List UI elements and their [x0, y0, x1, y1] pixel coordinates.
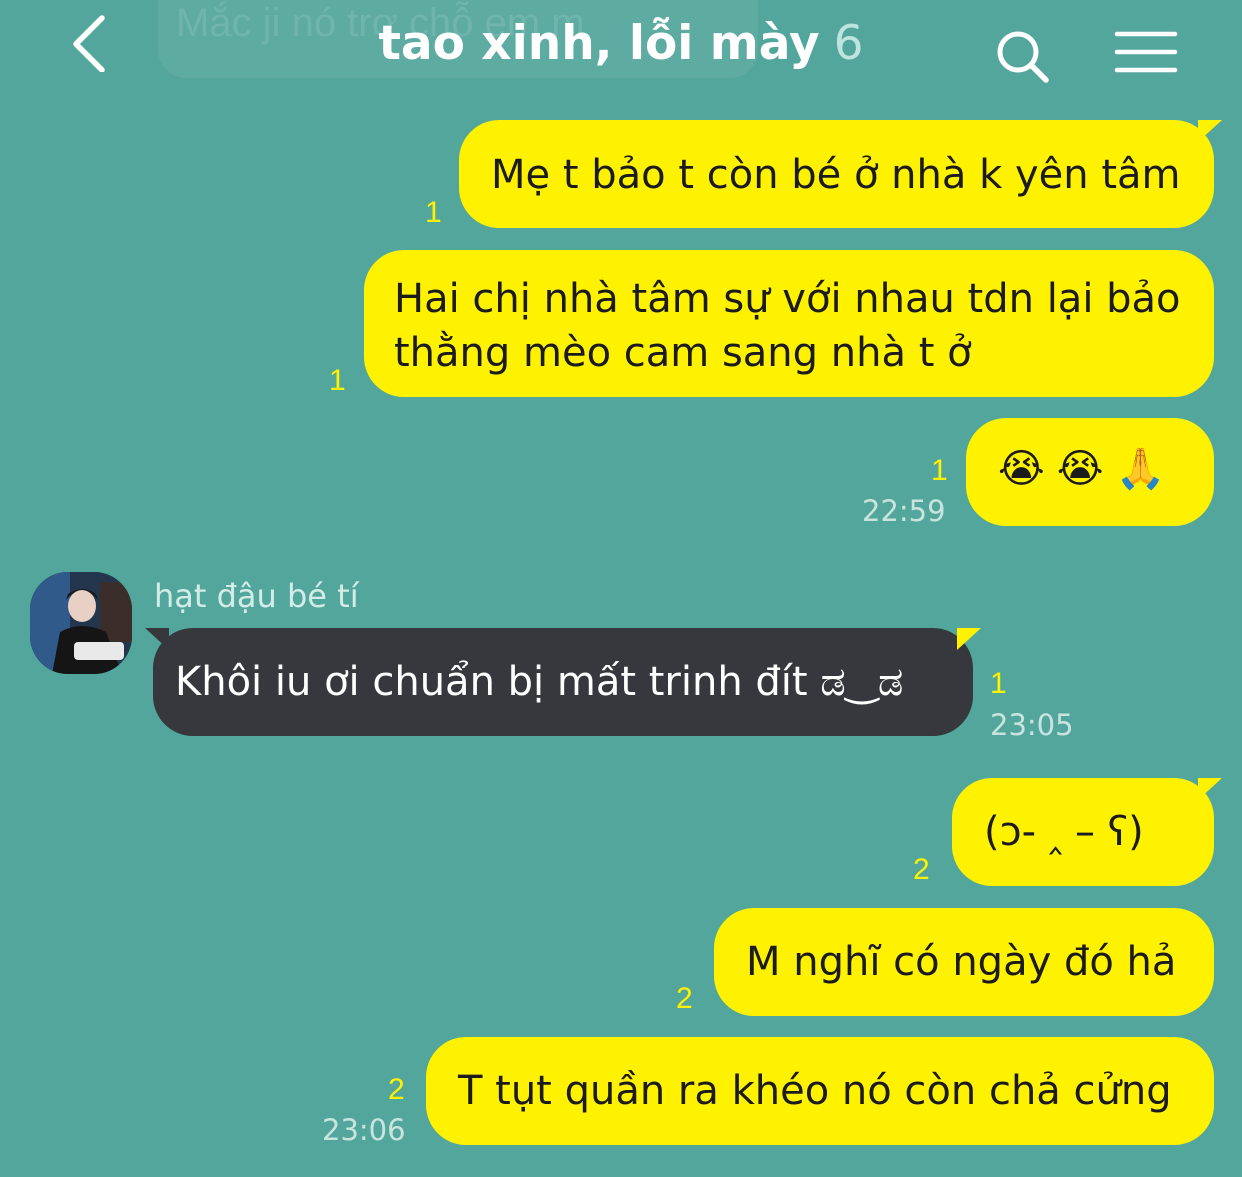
chat-header: tao xinh, lỗi mày 6: [0, 0, 1242, 96]
message-timestamp: 23:05: [990, 708, 1074, 742]
outgoing-message[interactable]: M nghĩ có ngày đó hả: [714, 908, 1214, 1016]
outgoing-message[interactable]: Hai chị nhà tâm sự với nhau tdn lại bảo …: [364, 250, 1214, 397]
chat-title-text: tao xinh, lỗi mày: [378, 16, 820, 71]
hamburger-menu-icon: [1114, 31, 1178, 73]
unread-count: 1: [425, 196, 442, 229]
message-text: (ↄ- ‸ – ʕ): [984, 809, 1144, 855]
member-count: 6: [833, 16, 864, 71]
unread-count: 1: [931, 454, 948, 487]
message-text: M nghĩ có ngày đó hả: [746, 939, 1177, 985]
outgoing-message[interactable]: 😭 😭 🙏: [966, 418, 1214, 526]
unread-count: 1: [990, 667, 1007, 700]
avatar-photo: [30, 572, 132, 674]
emoji-row: 😭 😭 🙏: [998, 442, 1214, 496]
menu-button[interactable]: [1114, 30, 1178, 78]
chat-title: tao xinh, lỗi mày 6: [0, 12, 1242, 76]
outgoing-message[interactable]: (ↄ- ‸ – ʕ): [952, 778, 1214, 886]
loudly-crying-face-icon: 😭: [998, 446, 1045, 492]
outgoing-message[interactable]: Mẹ t bảo t còn bé ở nhà k yên tâm: [459, 120, 1214, 228]
search-button[interactable]: [994, 28, 1054, 88]
message-text: Khôi iu ơi chuẩn bị mất trinh đít ಡ‿ಡ: [175, 659, 904, 705]
unread-count: 2: [913, 853, 930, 886]
message-timestamp: 23:06: [322, 1113, 406, 1147]
avatar[interactable]: [30, 572, 132, 674]
message-text: Mẹ t bảo t còn bé ở nhà k yên tâm: [491, 152, 1181, 198]
unread-count: 2: [388, 1073, 405, 1106]
folded-hands-icon: 🙏: [1115, 446, 1166, 492]
unread-count: 1: [329, 364, 346, 397]
outgoing-message[interactable]: T tụt quần ra khéo nó còn chả cửng: [426, 1037, 1214, 1145]
message-text: Hai chị nhà tâm sự với nhau tdn lại bảo …: [394, 276, 1181, 376]
message-timestamp: 22:59: [862, 494, 946, 528]
incoming-message[interactable]: Khôi iu ơi chuẩn bị mất trinh đít ಡ‿ಡ: [153, 628, 973, 736]
loudly-crying-face-icon: 😭: [1056, 446, 1104, 492]
search-icon: [997, 31, 1049, 83]
message-text: T tụt quần ra khéo nó còn chả cửng: [458, 1068, 1172, 1114]
unread-count: 2: [676, 982, 693, 1015]
sender-name[interactable]: hạt đậu bé tí: [154, 576, 359, 616]
